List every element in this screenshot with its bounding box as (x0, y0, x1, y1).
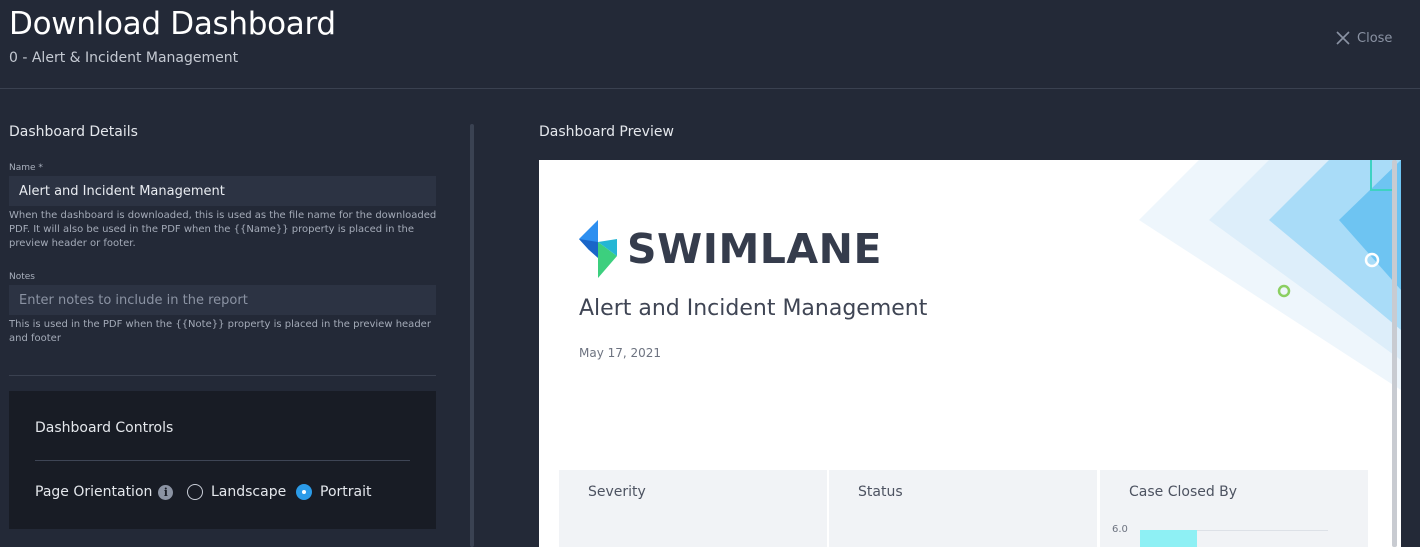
panel-splitter[interactable] (470, 124, 474, 547)
details-section-title: Dashboard Details (9, 124, 138, 140)
dashboard-controls-panel: Dashboard Controls Page Orientation i La… (9, 391, 436, 529)
swimlane-logo: SWIMLANE (579, 220, 882, 278)
notes-help-text: This is used in the PDF when the {{Note}… (9, 319, 431, 344)
portrait-label: Portrait (320, 484, 372, 500)
close-icon (1336, 31, 1350, 45)
report-date: May 17, 2021 (579, 346, 662, 360)
page-orientation-label: Page Orientation i (35, 484, 174, 500)
notes-label: Notes (9, 272, 35, 282)
close-label: Close (1357, 30, 1393, 46)
name-label: Name * (9, 163, 43, 173)
swimlane-logo-icon (579, 220, 617, 278)
radio-unchecked-icon (187, 484, 203, 500)
portrait-radio[interactable]: Portrait (296, 484, 371, 500)
page-orientation-text: Page Orientation (35, 484, 153, 500)
preview-section-title: Dashboard Preview (539, 124, 674, 140)
decorative-banner-graphic (1139, 160, 1401, 390)
report-title: Alert and Incident Management (579, 296, 928, 321)
chart-tick-label: 6.0 (1112, 524, 1128, 535)
status-widget: Status (829, 470, 1097, 547)
name-input[interactable] (9, 176, 436, 206)
landscape-radio[interactable]: Landscape (187, 484, 286, 500)
chart-bar (1140, 530, 1197, 547)
page-title: Download Dashboard (9, 6, 336, 42)
preview-scrollbar[interactable] (1392, 160, 1397, 547)
widget-title: Case Closed By (1129, 484, 1238, 500)
page-subtitle: 0 - Alert & Incident Management (9, 50, 239, 66)
notes-input[interactable] (9, 285, 436, 315)
case-closed-by-widget: Case Closed By 6.0 (1100, 470, 1368, 547)
severity-widget: Severity (559, 470, 827, 547)
widget-title: Status (858, 484, 903, 500)
controls-divider (35, 460, 410, 461)
controls-title: Dashboard Controls (35, 420, 174, 436)
dashboard-preview: SWIMLANE Alert and Incident Management M… (539, 160, 1401, 547)
logo-text: SWIMLANE (627, 225, 882, 273)
info-icon[interactable]: i (158, 484, 174, 500)
name-help-text: When the dashboard is downloaded, this i… (9, 210, 437, 249)
radio-checked-icon (296, 484, 312, 500)
close-button[interactable]: Close (1335, 30, 1392, 46)
landscape-label: Landscape (211, 484, 287, 500)
modal-header: Download Dashboard 0 - Alert & Incident … (0, 0, 1420, 89)
section-divider (9, 375, 436, 376)
widget-title: Severity (588, 484, 646, 500)
dashboard-details-panel: Dashboard Details Name * When the dashbo… (9, 90, 437, 547)
